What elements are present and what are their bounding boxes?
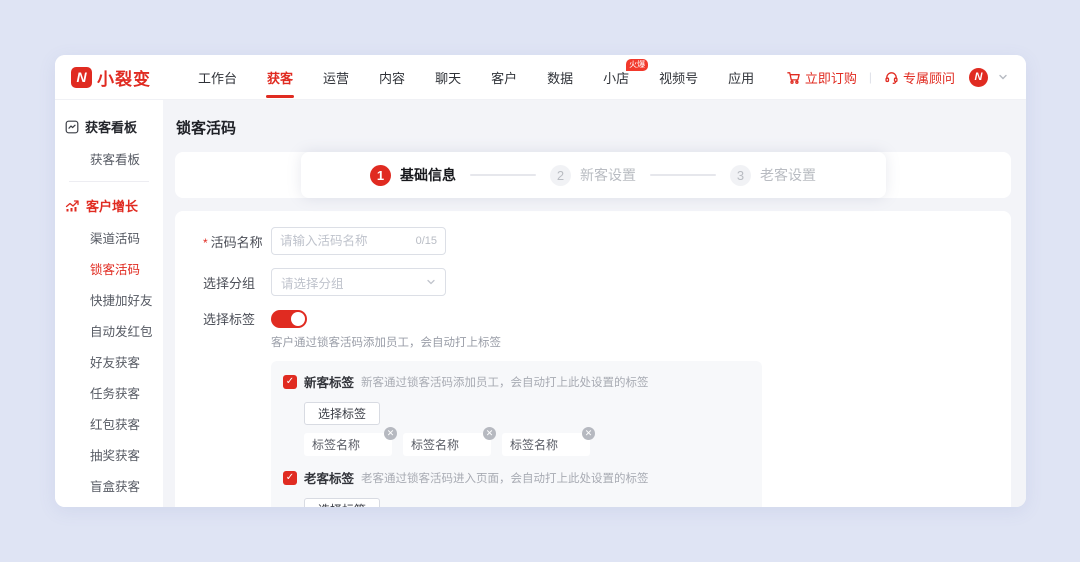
nav-item-content[interactable]: 内容 (364, 55, 420, 100)
tag-chip-label: 标签名称 (312, 438, 361, 452)
sidebar-section-growth[interactable]: 客户增长 (55, 189, 163, 222)
chevron-down-icon[interactable] (998, 72, 1008, 82)
old-tag-checkbox[interactable]: ✓ (283, 470, 297, 485)
step-label: 老客设置 (760, 167, 816, 183)
step-number: 3 (730, 164, 751, 186)
tag-close-icon[interactable]: ✕ (483, 427, 496, 440)
tag-chip: 标签名称 ✕ (304, 427, 397, 456)
new-tag-list: 标签名称 ✕ 标签名称 ✕ 标签名称 ✕ (304, 427, 750, 456)
new-tag-title: 新客标签 (304, 376, 355, 390)
primary-nav: 工作台 获客 运营 内容 聊天 客户 数据 小店 火爆 视频号 应用 (183, 55, 769, 100)
new-tag-section-head: ✓ 新客标签 新客通过锁客活码添加员工，会自动打上此处设置的标签 (283, 372, 750, 391)
char-counter: 0/15 (415, 235, 437, 247)
user-avatar[interactable]: N (969, 67, 988, 87)
tag-settings-panel: ✓ 新客标签 新客通过锁客活码添加员工，会自动打上此处设置的标签 选择标签 标签… (271, 361, 762, 507)
tag-close-icon[interactable]: ✕ (384, 427, 397, 440)
step-label: 新客设置 (580, 167, 636, 183)
sidebar-item-blindbox-acq[interactable]: 盲盒获客 (55, 470, 163, 501)
page-title: 锁客活码 (176, 120, 237, 137)
code-name-input-wrap: 0/15 (271, 227, 446, 255)
nav-item-apps[interactable]: 应用 (713, 55, 769, 100)
trend-up-icon (65, 199, 80, 212)
old-tag-section-head: ✓ 老客标签 老客通过锁客活码进入页面，会自动打上此处设置的标签 (283, 468, 750, 487)
nav-item-data[interactable]: 数据 (532, 55, 588, 100)
nav-item-acquisition[interactable]: 获客 (252, 55, 308, 100)
step-number: 2 (550, 164, 571, 186)
sidebar-item-task-acq[interactable]: 任务获客 (55, 377, 163, 408)
sidebar-item-fun-test[interactable]: 趣味测试 (55, 501, 163, 507)
group-select[interactable]: 请选择分组 (271, 268, 446, 296)
advisor-label: 专属顾问 (902, 70, 955, 86)
sidebar-divider (69, 181, 149, 182)
sidebar-item-channel-code[interactable]: 渠道活码 (55, 222, 163, 253)
tag-chip: 标签名称 ✕ (502, 427, 595, 456)
sidebar-item-friend-acq[interactable]: 好友获客 (55, 346, 163, 377)
cart-icon (786, 70, 801, 85)
form-row-code-name: 活码名称 0/15 (203, 227, 1011, 255)
group-select-placeholder: 请选择分组 (281, 276, 344, 291)
headset-icon (884, 70, 899, 85)
form-row-group: 选择分组 请选择分组 (203, 268, 1011, 296)
stepper-bar: 1 基础信息 2 新客设置 3 老客设置 (175, 152, 1011, 198)
toggle-knob (291, 311, 305, 326)
header-divider: | (868, 70, 872, 84)
new-tag-checkbox[interactable]: ✓ (283, 374, 297, 389)
nav-item-operations[interactable]: 运营 (308, 55, 364, 100)
form-row-tags: 选择标签 (203, 309, 1011, 328)
old-tag-desc: 老客通过锁客活码进入页面，会自动打上此处设置的标签 (361, 472, 649, 485)
sidebar-item-lottery-acq[interactable]: 抽奖获客 (55, 439, 163, 470)
old-tag-title: 老客标签 (304, 472, 355, 486)
nav-item-customers[interactable]: 客户 (476, 55, 532, 100)
tags-help-text: 客户通过锁客活码添加员工，会自动打上标签 (271, 337, 501, 349)
tag-chip-label: 标签名称 (411, 438, 460, 452)
new-tag-desc: 新客通过锁客活码添加员工，会自动打上此处设置的标签 (361, 376, 649, 389)
sidebar-section-growth-label: 客户增长 (86, 199, 139, 214)
sidebar-item-lock-code[interactable]: 锁客活码 (55, 253, 163, 284)
tag-close-icon[interactable]: ✕ (582, 427, 595, 440)
step-connector (470, 174, 536, 176)
step-label: 基础信息 (400, 167, 456, 183)
step-connector (650, 174, 716, 176)
order-now-label: 立即订购 (804, 70, 857, 86)
tags-toggle[interactable] (271, 309, 307, 328)
order-now-link[interactable]: 立即订购 (786, 68, 857, 87)
code-name-label: 活码名称 (203, 232, 263, 251)
brand-logo-icon: N (71, 66, 92, 88)
sidebar: 获客看板 获客看板 客户增长 渠道活码 锁客活码 快捷加好友 自动发红包 好友获… (55, 100, 163, 507)
advisor-link[interactable]: 专属顾问 (884, 68, 955, 87)
nav-item-shop[interactable]: 小店 火爆 (588, 55, 649, 100)
brand-logo-text: 小裂变 (97, 69, 151, 89)
group-label: 选择分组 (203, 275, 256, 291)
tags-label: 选择标签 (203, 312, 256, 327)
step-number: 1 (370, 164, 391, 186)
main-content: 锁客活码 1 基础信息 2 新客设置 3 老客设置 * 活码名称 请输入活码名称… (163, 100, 1026, 507)
chart-box-icon (65, 120, 79, 134)
tag-chip-label: 标签名称 (510, 438, 559, 452)
nav-item-chat[interactable]: 聊天 (420, 55, 476, 100)
step-new-customer[interactable]: 2 新客设置 (550, 164, 636, 186)
sidebar-item-redpacket-acq[interactable]: 红包获客 (55, 408, 163, 439)
form-card: 活码名称 0/15 选择分组 请选择分组 (175, 211, 1011, 507)
top-nav: N 小裂变 工作台 获客 运营 内容 聊天 客户 数据 小店 火爆 视频号 应用 (55, 55, 1026, 100)
sidebar-item-quick-add[interactable]: 快捷加好友 (55, 284, 163, 315)
stepper: 1 基础信息 2 新客设置 3 老客设置 (300, 152, 886, 198)
tag-chip: 标签名称 ✕ (403, 427, 496, 456)
brand-logo[interactable]: N 小裂变 (71, 65, 151, 90)
topnav-right: 立即订购 | 专属顾问 N (786, 67, 1008, 87)
code-name-input[interactable] (280, 234, 412, 248)
old-tag-choose-button[interactable]: 选择标签 (304, 498, 381, 507)
nav-item-video[interactable]: 视频号 (644, 55, 713, 100)
step-basic-info[interactable]: 1 基础信息 (370, 164, 456, 186)
sidebar-item-board[interactable]: 获客看板 (55, 143, 163, 174)
sidebar-item-auto-redpacket[interactable]: 自动发红包 (55, 315, 163, 346)
sidebar-section-board[interactable]: 获客看板 (55, 110, 163, 143)
app-window: N 小裂变 工作台 获客 运营 内容 聊天 客户 数据 小店 火爆 视频号 应用 (55, 55, 1026, 507)
new-tag-choose-button[interactable]: 选择标签 (304, 402, 381, 425)
sidebar-section-board-label: 获客看板 (85, 120, 138, 135)
select-chevron-down-icon (426, 277, 436, 287)
nav-item-workbench[interactable]: 工作台 (183, 55, 252, 100)
step-old-customer[interactable]: 3 老客设置 (730, 164, 816, 186)
